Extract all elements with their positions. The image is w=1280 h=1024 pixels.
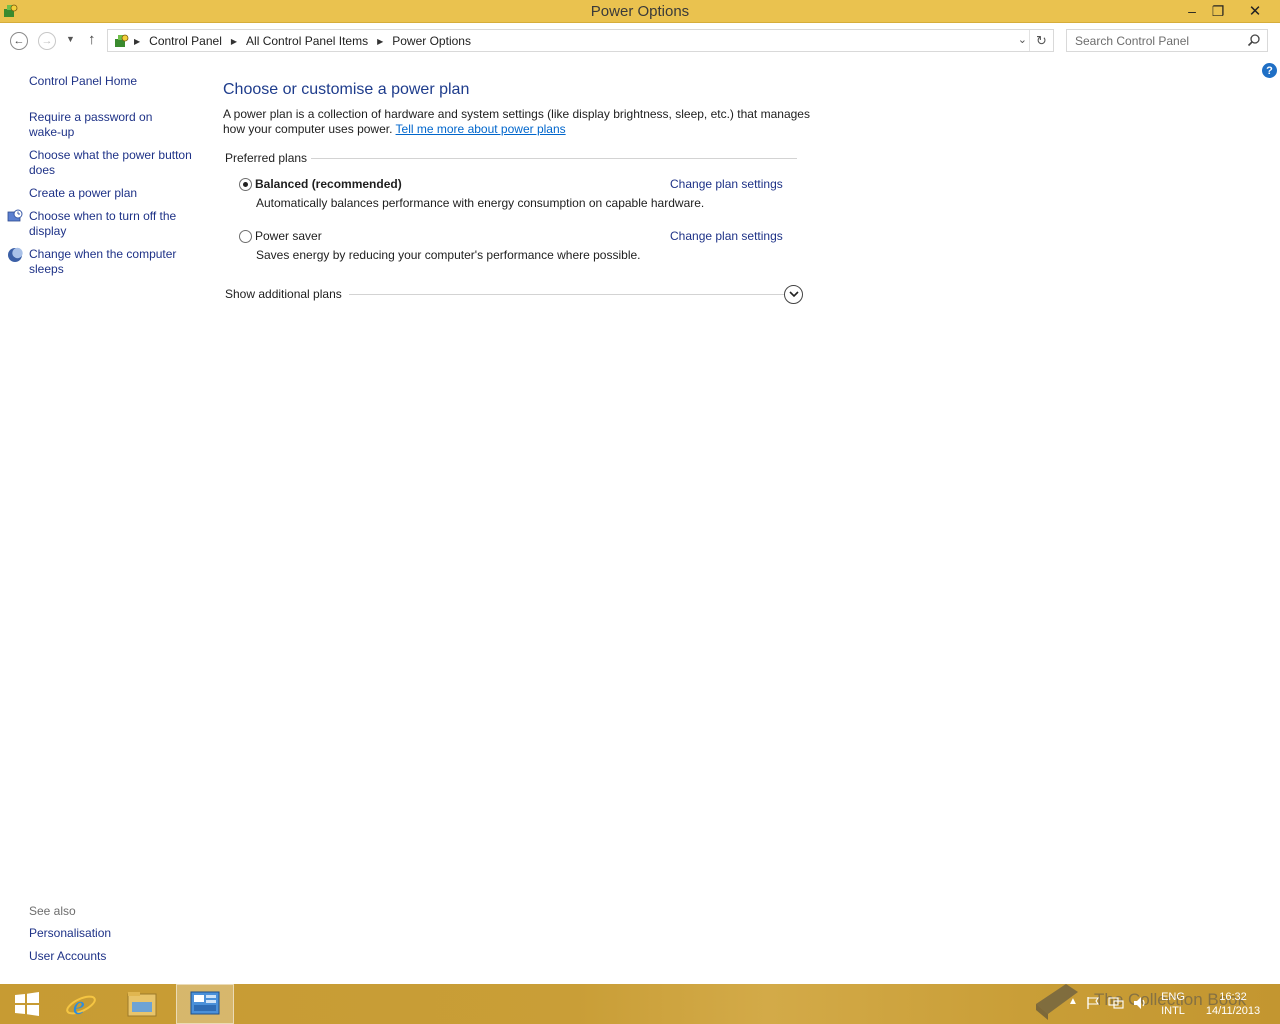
search-placeholder: Search Control Panel (1075, 34, 1190, 48)
close-button[interactable]: ✕ (1240, 0, 1270, 22)
up-button[interactable]: ↑ (88, 31, 96, 48)
sleep-moon-icon (8, 247, 23, 262)
power-saver-radio[interactable] (239, 230, 252, 243)
window-title: Power Options (590, 3, 690, 20)
taskbar: e The Collection Book ▲ ENG INTL 16:32 1… (0, 984, 1280, 1024)
volume-icon[interactable] (1132, 995, 1148, 1011)
control-panel-home-link[interactable]: Control Panel Home (29, 74, 199, 89)
navigation-bar: ← → ▼ ↑ ▶ Control Panel ▶ All Control Pa… (0, 23, 1280, 59)
learn-more-link[interactable]: Tell me more about power plans (396, 122, 566, 136)
taskbar-file-explorer[interactable] (115, 984, 169, 1024)
clock[interactable]: 16:32 14/11/2013 (1198, 990, 1268, 1018)
folder-icon (127, 992, 157, 1017)
address-bar[interactable]: ▶ Control Panel ▶ All Control Panel Item… (107, 29, 1054, 52)
additional-plans-divider (349, 294, 785, 295)
help-icon[interactable]: ? (1262, 63, 1277, 78)
back-button[interactable]: ← (10, 32, 28, 50)
clock-time: 16:32 (1219, 991, 1247, 1003)
input-language[interactable]: ENG INTL (1158, 990, 1188, 1018)
balanced-change-settings-link[interactable]: Change plan settings (670, 177, 783, 191)
balanced-plan-description: Automatically balances performance with … (256, 196, 705, 210)
section-divider (311, 158, 797, 159)
windows-logo-icon (15, 992, 39, 1016)
balanced-plan-radio[interactable] (239, 178, 252, 191)
preferred-plans-heading: Preferred plans (225, 151, 308, 165)
page-description: A power plan is a collection of hardware… (223, 107, 813, 137)
clock-date: 14/11/2013 (1205, 1005, 1261, 1017)
turn-off-display-link[interactable]: Choose when to turn off the display (29, 209, 199, 239)
control-panel-window-icon (190, 991, 220, 1015)
search-icon[interactable] (1247, 33, 1261, 47)
taskbar-control-panel[interactable] (176, 984, 234, 1024)
network-icon[interactable] (1108, 995, 1124, 1011)
left-task-pane: Control Panel Home Require a password on… (0, 60, 205, 984)
title-bar: Power Options – ❐ ✕ (0, 0, 1280, 23)
personalisation-link[interactable]: Personalisation (29, 926, 199, 941)
minimize-button[interactable]: – (1178, 0, 1206, 22)
create-plan-link[interactable]: Create a power plan (29, 186, 199, 201)
power-button-link[interactable]: Choose what the power button does (29, 148, 199, 178)
tray-expand-icon[interactable]: ▲ (1068, 996, 1078, 1007)
breadcrumb-all-items[interactable]: All Control Panel Items (246, 34, 368, 48)
internet-explorer-icon: e (66, 991, 96, 1020)
recent-locations-button[interactable]: ▼ (66, 34, 75, 44)
forward-button[interactable]: → (38, 32, 56, 50)
require-password-link[interactable]: Require a password on wake-up (29, 110, 159, 140)
svg-text:e: e (73, 991, 85, 1020)
see-also-heading: See also (29, 904, 76, 918)
taskbar-internet-explorer[interactable]: e (54, 984, 108, 1024)
action-center-flag-icon[interactable] (1086, 996, 1100, 1010)
breadcrumb-control-panel[interactable]: Control Panel (149, 34, 222, 48)
expand-chevron-icon[interactable] (784, 285, 803, 304)
power-saver-description: Saves energy by reducing your computer's… (256, 248, 641, 262)
language-code: ENG (1161, 991, 1185, 1003)
search-input[interactable]: Search Control Panel (1066, 29, 1268, 52)
control-panel-icon (115, 34, 129, 47)
breadcrumb-separator-icon[interactable]: ▶ (231, 37, 237, 46)
display-clock-icon (7, 209, 23, 222)
page-title: Choose or customise a power plan (223, 81, 470, 98)
balanced-plan-name[interactable]: Balanced (recommended) (255, 177, 402, 191)
breadcrumb: ▶ Control Panel ▶ All Control Panel Item… (134, 34, 471, 48)
user-accounts-link[interactable]: User Accounts (29, 949, 199, 964)
refresh-button[interactable]: ↻ (1029, 30, 1053, 51)
power-saver-name[interactable]: Power saver (255, 229, 322, 243)
address-dropdown-icon[interactable]: ⌄ (1018, 33, 1027, 46)
power-saver-change-settings-link[interactable]: Change plan settings (670, 229, 783, 243)
keyboard-layout: INTL (1161, 1005, 1185, 1017)
breadcrumb-separator-icon[interactable]: ▶ (134, 37, 140, 46)
computer-sleeps-link[interactable]: Change when the computer sleeps (29, 247, 189, 277)
breadcrumb-power-options[interactable]: Power Options (392, 34, 471, 48)
start-button[interactable] (0, 984, 54, 1024)
breadcrumb-separator-icon[interactable]: ▶ (377, 37, 383, 46)
show-additional-plans[interactable]: Show additional plans (225, 287, 342, 301)
maximize-button[interactable]: ❐ (1204, 0, 1232, 22)
